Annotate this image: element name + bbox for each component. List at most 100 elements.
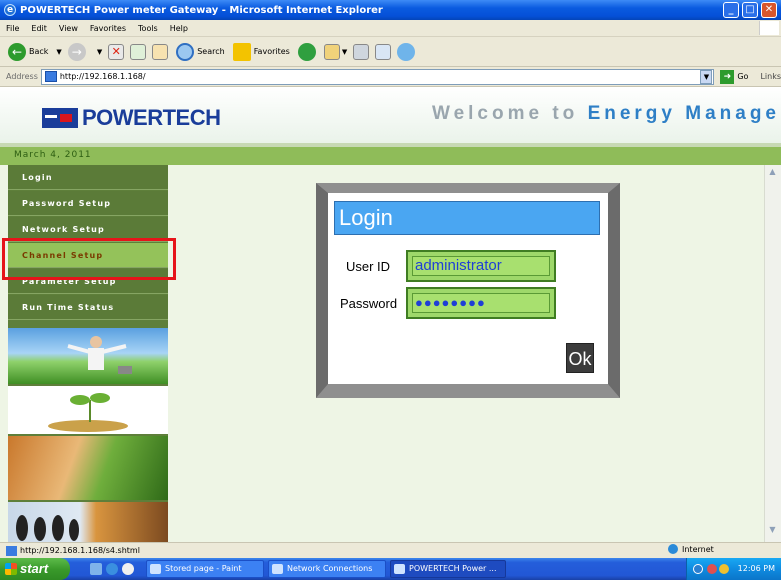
nav-password-setup[interactable]: Password Setup [8, 191, 168, 216]
password-input[interactable]: ●●●●●●●● [412, 293, 550, 313]
powertech-logo-mark-icon [42, 108, 78, 128]
welcome-banner: Welcome to Energy Manage [432, 103, 781, 125]
zone-label: Internet [682, 544, 714, 554]
back-dropdown-icon[interactable]: ▼ [56, 48, 61, 56]
address-url: http://192.168.1.168/ [59, 72, 146, 81]
welcome-prefix: Welcome to [432, 103, 588, 124]
forward-arrow-icon: → [67, 42, 86, 61]
media-quicklaunch-icon[interactable] [122, 563, 134, 575]
powertech-logo: POWERTECH [42, 105, 221, 131]
address-dropdown-icon[interactable]: ▼ [700, 69, 713, 84]
logo-text: POWERTECH [82, 105, 221, 130]
print-icon[interactable] [353, 43, 370, 60]
login-title: Login [334, 201, 600, 235]
login-panel-body: Login User ID administrator Password ●●●… [328, 193, 608, 384]
clock: 12:06 PM [737, 564, 775, 573]
menu-file[interactable]: File [6, 24, 19, 33]
status-url: http://192.168.1.168/s4.shtml [20, 546, 140, 555]
woman-dandelion-photo [8, 436, 168, 500]
ok-button[interactable]: Ok [566, 343, 594, 373]
refresh-icon[interactable] [130, 43, 147, 60]
address-label: Address [6, 72, 38, 81]
password-label: Password [340, 296, 398, 311]
user-id-input[interactable]: administrator [412, 256, 550, 276]
menu-bar: File Edit View Favorites Tools Help [0, 20, 781, 37]
home-icon[interactable] [152, 43, 169, 60]
show-desktop-icon[interactable] [90, 563, 102, 575]
nav-run-time-status[interactable]: Run Time Status [8, 295, 168, 320]
edit-icon[interactable] [375, 43, 392, 60]
task-powertech-ie[interactable]: POWERTECH Power ... [390, 560, 506, 578]
welcome-highlight: Energy Manage [587, 103, 780, 124]
favorites-star-icon [232, 42, 251, 61]
go-button[interactable]: ➜ Go [720, 69, 748, 84]
menu-favorites[interactable]: Favorites [90, 24, 126, 33]
menu-tools[interactable]: Tools [138, 24, 158, 33]
tray-alert-icon[interactable] [707, 564, 717, 574]
back-arrow-icon: ← [8, 42, 26, 61]
globe-icon [668, 544, 678, 554]
history-icon[interactable] [297, 42, 316, 61]
menu-edit[interactable]: Edit [31, 24, 47, 33]
windows-flag-icon [5, 563, 17, 575]
address-bar: Address http://192.168.1.168/ ▼ ➜ Go Link… [0, 67, 781, 87]
internet-explorer-icon: e [4, 4, 16, 16]
vertical-scrollbar[interactable] [764, 165, 781, 542]
windows-logo-icon [759, 21, 779, 35]
stop-icon[interactable]: ✕ [108, 43, 125, 60]
date-bar: March 4, 2011 [0, 143, 781, 165]
page-viewport: POWERTECH Welcome to Energy Manage March… [0, 87, 781, 542]
user-id-label: User ID [346, 259, 391, 274]
mail-dropdown-icon[interactable]: ▼ [342, 48, 347, 56]
scroll-up-icon[interactable]: ▲ [765, 167, 780, 181]
search-button[interactable]: Search [176, 42, 225, 61]
tray-network-icon[interactable] [719, 564, 729, 574]
window-title: POWERTECH Power meter Gateway - Microsof… [20, 4, 383, 16]
go-arrow-icon: ➜ [720, 69, 735, 84]
plant-on-coins-photo [8, 386, 168, 434]
messenger-icon[interactable] [397, 42, 416, 61]
menu-help[interactable]: Help [170, 24, 188, 33]
penguins-city-photo [8, 502, 168, 542]
browser-toolbar: ← Back ▼ → ▼ ✕ Search Favorites ▼ [0, 37, 781, 67]
close-button[interactable]: ✕ [761, 2, 777, 18]
search-icon [176, 42, 195, 61]
paint-icon [150, 564, 161, 574]
mail-icon[interactable] [323, 43, 340, 60]
forward-dropdown-icon[interactable]: ▼ [97, 48, 102, 56]
status-bar: http://192.168.1.168/s4.shtml [0, 542, 781, 558]
network-icon [272, 564, 283, 574]
start-label: start [20, 561, 49, 576]
favorites-button[interactable]: Favorites [232, 42, 290, 61]
back-button[interactable]: ← Back [8, 42, 48, 61]
task-paint[interactable]: Stored page - Paint [146, 560, 264, 578]
minimize-button[interactable]: _ [723, 2, 739, 18]
links-button[interactable]: Links [760, 72, 781, 81]
sprout-icon [48, 393, 128, 432]
window-title-bar[interactable]: e POWERTECH Power meter Gateway - Micros… [0, 0, 781, 20]
current-date: March 4, 2011 [14, 150, 92, 160]
menu-view[interactable]: View [59, 24, 78, 33]
password-field-frame: ●●●●●●●● [406, 287, 556, 319]
address-input[interactable]: http://192.168.1.168/ [40, 68, 715, 85]
user-id-field-frame: administrator [406, 250, 556, 282]
login-panel: Login User ID administrator Password ●●●… [316, 183, 620, 398]
task-network-connections[interactable]: Network Connections [268, 560, 386, 578]
page-icon [44, 71, 57, 82]
maximize-button[interactable]: □ [742, 2, 758, 18]
scroll-down-icon[interactable]: ▼ [765, 525, 780, 539]
man-figure-icon [67, 336, 132, 374]
system-tray: 12:06 PM [686, 558, 781, 580]
forward-button[interactable]: → [67, 42, 89, 61]
nav-login[interactable]: Login [8, 165, 168, 190]
man-in-field-photo [8, 328, 168, 384]
highlight-box [2, 238, 176, 280]
taskbar: start Stored page - Paint Network Connec… [0, 558, 781, 580]
tray-back-icon[interactable] [693, 564, 703, 574]
penguins-icon [16, 515, 79, 541]
sidebar-nav: Login Password Setup Network Setup Chann… [8, 165, 168, 542]
ie-task-icon [394, 564, 405, 574]
status-page-icon [6, 545, 17, 556]
security-zone: Internet [668, 544, 714, 554]
ie-quicklaunch-icon[interactable] [106, 563, 118, 575]
